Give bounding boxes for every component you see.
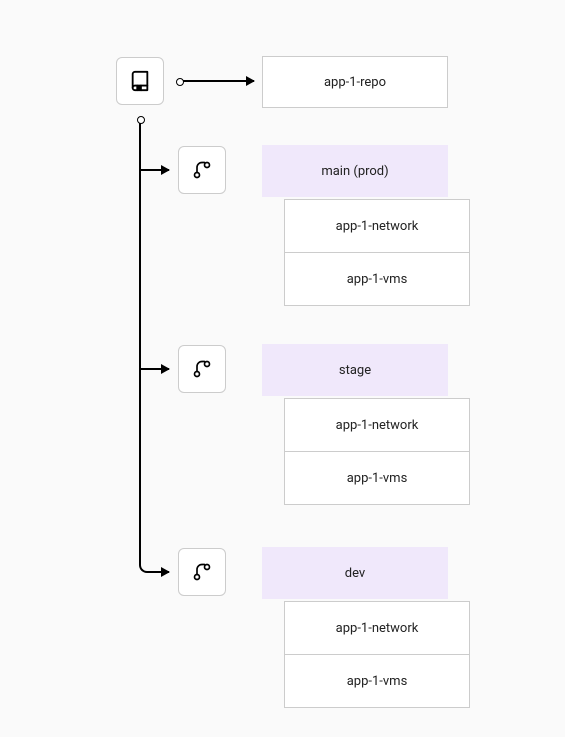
branch-label-dev: dev: [262, 547, 448, 599]
stack-label: app-1-network: [336, 219, 419, 234]
branch-label-main: main (prod): [262, 145, 448, 197]
stack-box: app-1-network: [284, 601, 470, 655]
branch-icon: [192, 359, 212, 379]
branch-label-stage: stage: [262, 344, 448, 396]
branch-arrow-dev: [150, 571, 169, 573]
branch-label-text: main (prod): [321, 164, 388, 179]
branch-arrow-stage: [141, 368, 169, 370]
branch-icon-dev: [178, 548, 226, 596]
trunk-line: [139, 122, 141, 552]
stack-label: app-1-vms: [347, 471, 408, 486]
repo-icon-box: [116, 57, 164, 105]
branch-icon-main: [178, 146, 226, 194]
stack-box: app-1-network: [284, 398, 470, 452]
branch-icon: [192, 562, 212, 582]
branch-arrow-main: [141, 169, 169, 171]
stack-label: app-1-network: [336, 418, 419, 433]
repo-name-label: app-1-repo: [324, 75, 386, 90]
stack-box: app-1-vms: [284, 451, 470, 505]
branch-icon: [192, 160, 212, 180]
stack-label: app-1-network: [336, 621, 419, 636]
arrow-repo: [182, 80, 254, 82]
stack-label: app-1-vms: [347, 674, 408, 689]
stack-label: app-1-vms: [347, 272, 408, 287]
branch-icon-stage: [178, 345, 226, 393]
repo-icon: [129, 70, 151, 92]
stack-box: app-1-vms: [284, 252, 470, 306]
branch-label-text: dev: [345, 566, 365, 581]
repo-name-box: app-1-repo: [262, 56, 448, 108]
stack-box: app-1-network: [284, 199, 470, 253]
branch-label-text: stage: [339, 363, 371, 378]
stack-box: app-1-vms: [284, 654, 470, 708]
